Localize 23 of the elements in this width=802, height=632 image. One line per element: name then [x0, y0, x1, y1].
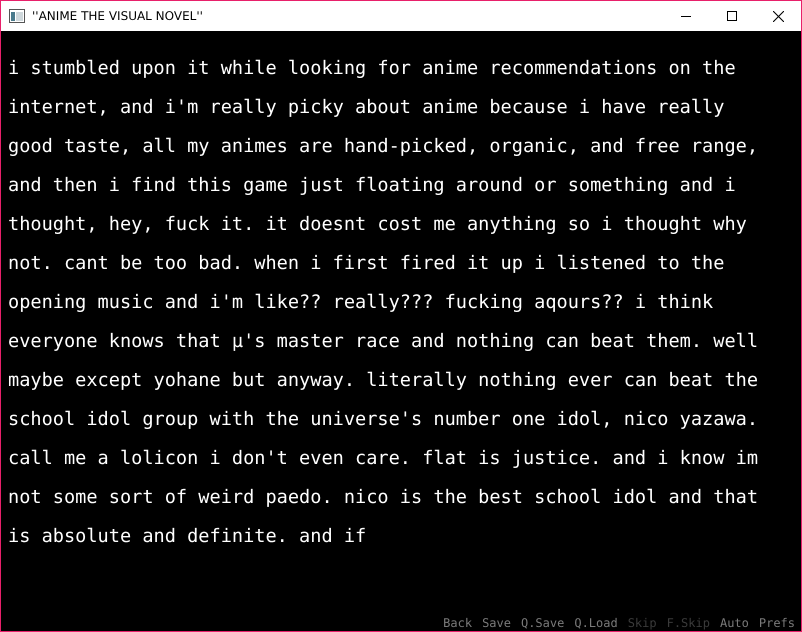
dialogue-line: call me a lolicon i don't even care. flat is justice. and i know im [8, 447, 758, 471]
quick-menu-button[interactable]: Auto [720, 616, 749, 630]
dialogue-line: good taste, all my animes are hand-picked, organic, and free range, [8, 135, 758, 159]
close-icon [772, 10, 784, 22]
dialogue-line: i stumbled upon it while looking for anime recommendations on the [8, 57, 737, 81]
quick-menu-button[interactable]: Q.Save [520, 616, 564, 630]
dialogue-line: not some sort of weird paedo. nico is the best school idol and that [8, 486, 758, 510]
dialogue-line: and then i find this game just floating around or something and i [8, 174, 737, 198]
app-icon [9, 9, 25, 23]
dialogue-line: everyone knows that μ's master race and nothing can beat them. well [8, 330, 758, 354]
dialogue-line: internet, and i'm really picky about anime because i have really [8, 96, 726, 120]
quick-menu-button[interactable]: Q.Load [574, 616, 618, 630]
dialogue-line: thought, hey, fuck it. it doesnt cost me anything so i thought why [8, 213, 748, 237]
quick-menu-button[interactable]: Back [443, 616, 472, 630]
dialogue-line: opening music and i'm like?? really??? fucking aqours?? i think [8, 291, 714, 315]
quick-menu-button[interactable]: Prefs [758, 616, 795, 630]
dialogue-line: not. cant be too bad. when i first fired it up i listened to the [8, 252, 726, 276]
window-title: ''ANIME THE VISUAL NOVEL'' [32, 8, 203, 25]
dialogue-line: school idol group with the universe's number one idol, nico yazawa. [8, 408, 758, 432]
dialogue-line: maybe except yohane but anyway. literally nothing ever can beat the [8, 369, 758, 393]
quick-menu-button[interactable]: Save [482, 616, 511, 630]
dialogue-line: is absolute and definite. and if [8, 525, 368, 549]
maximize-icon [727, 11, 737, 21]
